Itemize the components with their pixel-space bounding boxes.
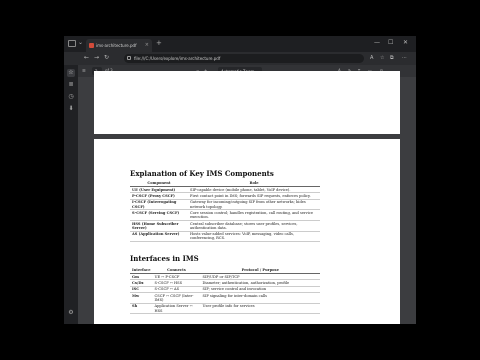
back-icon[interactable]: ← bbox=[84, 54, 89, 61]
more-menu-icon[interactable]: ⋯ bbox=[402, 55, 407, 61]
file-icon bbox=[127, 56, 131, 60]
pdf-viewer[interactable]: Explanation of Key IMS Components Compon… bbox=[78, 71, 416, 324]
table-cell: HSS (Home Subscriber Server) bbox=[130, 220, 188, 232]
workspaces-icon[interactable] bbox=[68, 40, 76, 47]
section-title-components: Explanation of Key IMS Components bbox=[130, 169, 274, 178]
table-cell: User profile info for services bbox=[200, 303, 320, 315]
new-tab-button[interactable]: + bbox=[156, 39, 162, 47]
table-row: Sh Application Server ↔ HSS User profile i… bbox=[130, 303, 320, 315]
browser-window: ⌄ ims-architecture.pdf × + — ☐ ✕ ← → ↻ f… bbox=[64, 36, 416, 324]
close-window-button[interactable]: ✕ bbox=[403, 39, 408, 46]
pdf-page-1 bbox=[94, 71, 400, 134]
section-title-interfaces: Interfaces in IMS bbox=[130, 254, 199, 263]
address-bar[interactable]: file:///C:/Users/explore/ims-architectur… bbox=[124, 54, 364, 63]
table-cell: SIP signaling for inter-domain calls bbox=[200, 292, 320, 304]
forward-icon[interactable]: → bbox=[94, 54, 99, 61]
collections-icon[interactable]: ⧉ bbox=[390, 55, 394, 61]
read-aloud-icon[interactable]: A bbox=[370, 55, 373, 61]
table-cell: Central subscriber database; stores user… bbox=[188, 220, 320, 232]
components-table: Component Role UE (User Equipment) SIP-ca… bbox=[130, 180, 320, 243]
table-cell: I-CSCF (Interrogating CSCF) bbox=[130, 199, 188, 211]
navigation-bar: ← → ↻ file:///C:/Users/explore/ims-archi… bbox=[64, 52, 416, 65]
table-cell: Gateway for incoming/outgoing SIP from o… bbox=[188, 199, 320, 211]
tab-pdf[interactable]: ims-architecture.pdf × bbox=[86, 39, 152, 52]
settings-icon[interactable]: ⚙ bbox=[67, 309, 75, 317]
table-row: HSS (Home Subscriber Server) Central subs… bbox=[130, 220, 320, 232]
table-row: S-CSCF (Serving CSCF) Core session contro… bbox=[130, 209, 320, 221]
maximize-button[interactable]: ☐ bbox=[388, 39, 393, 46]
left-sidebar: ☆ ≣ ◷ ⬇ ⚙ bbox=[64, 65, 78, 324]
refresh-icon[interactable]: ↻ bbox=[104, 54, 109, 61]
favorites-sidebar-icon[interactable]: ☆ bbox=[67, 69, 75, 77]
table-cell: Sh bbox=[130, 303, 153, 315]
favorites-icon[interactable]: ☆ bbox=[380, 55, 384, 61]
table-cell: S-CSCF (Serving CSCF) bbox=[130, 209, 188, 221]
url-text: file:///C:/Users/explore/ims-architectur… bbox=[134, 56, 221, 61]
letterbox-top bbox=[0, 0, 480, 36]
table-row: AS (Application Server) Hosts value-added… bbox=[130, 231, 320, 243]
table-row: I-CSCF (Interrogating CSCF) Gateway for i… bbox=[130, 199, 320, 211]
interfaces-table: Interface Connects Protocol / Purpose Gm… bbox=[130, 267, 320, 315]
table-cell: CSCF ↔ CSCF (Inter-IMS) bbox=[152, 292, 201, 304]
sidebar-toggle-icon[interactable]: ☰ bbox=[82, 68, 86, 73]
tab-strip: ⌄ ims-architecture.pdf × + — ☐ ✕ bbox=[64, 36, 416, 52]
reading-list-icon[interactable]: ≣ bbox=[67, 81, 75, 89]
table-cell: Application Server ↔ HSS bbox=[152, 303, 201, 315]
pdf-icon bbox=[89, 43, 94, 48]
downloads-icon[interactable]: ⬇ bbox=[67, 105, 75, 113]
tab-title: ims-architecture.pdf bbox=[96, 43, 137, 48]
table-cell: Core session control; handles registrati… bbox=[188, 209, 320, 221]
history-icon[interactable]: ◷ bbox=[67, 93, 75, 101]
table-cell: AS (Application Server) bbox=[130, 231, 188, 243]
table-cell: Hosts value-added services: VoIP, messag… bbox=[188, 231, 320, 243]
minimize-button[interactable]: — bbox=[374, 39, 380, 46]
tab-close-icon[interactable]: × bbox=[145, 42, 149, 48]
tab-actions-icon[interactable]: ⌄ bbox=[78, 39, 83, 46]
pdf-page-2: Explanation of Key IMS Components Compon… bbox=[94, 139, 400, 324]
table-row: Mw CSCF ↔ CSCF (Inter-IMS) SIP signaling f… bbox=[130, 292, 320, 304]
table-cell: Mw bbox=[130, 292, 153, 304]
letterbox-bottom bbox=[0, 324, 480, 360]
